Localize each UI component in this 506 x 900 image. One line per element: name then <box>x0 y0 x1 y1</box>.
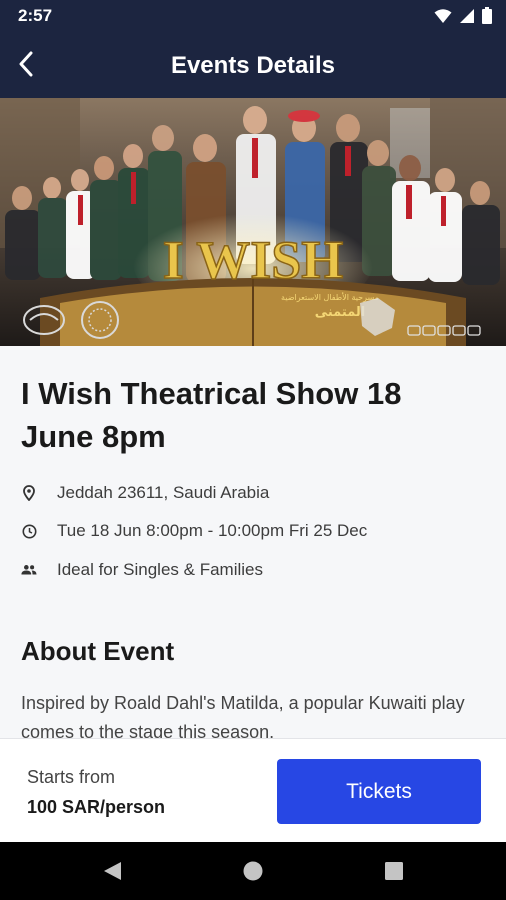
status-icons <box>434 7 492 24</box>
hero-logo-text: I WISH <box>163 230 344 290</box>
app-bar: Events Details <box>0 32 506 98</box>
battery-icon <box>482 7 492 24</box>
signal-icon <box>460 8 474 23</box>
starts-from-label: Starts from <box>27 767 116 787</box>
event-datetime: Tue 18 Jun 8:00pm - 10:00pm Fri 25 Dec <box>57 521 368 540</box>
status-bar: 2:57 <box>0 0 506 32</box>
system-nav-bar <box>0 842 506 900</box>
clock-icon <box>21 523 37 539</box>
event-location: Jeddah 23611, Saudi Arabia <box>57 483 270 502</box>
hero-arabic-title: المتمنى <box>315 305 366 320</box>
event-banner-image: I WISH مسرحية الأطفال الاستعراضية المتمن… <box>0 98 506 346</box>
page-title: Events Details <box>170 52 336 79</box>
event-title: I Wish Theatrical Show 18 June 8pm <box>21 376 402 454</box>
about-event-heading: About Event <box>21 636 175 666</box>
event-details-content[interactable]: I Wish Theatrical Show 18 June 8pm Jedda… <box>0 346 506 738</box>
ticket-price: 100 SAR/person <box>27 797 166 817</box>
event-datetime-row: Tue 18 Jun 8:00pm - 10:00pm Fri 25 Dec <box>21 521 367 541</box>
status-time: 2:57 <box>18 6 53 25</box>
people-icon <box>21 562 37 578</box>
event-location-row: Jeddah 23611, Saudi Arabia <box>21 483 269 503</box>
location-pin-icon <box>21 485 37 501</box>
tickets-button[interactable]: Tickets <box>277 759 481 824</box>
nav-home-icon[interactable] <box>242 860 264 882</box>
event-audience-row: Ideal for Singles & Families <box>21 560 263 580</box>
nav-recents-icon[interactable] <box>383 860 405 882</box>
booking-footer: Starts from 100 SAR/person Tickets <box>0 738 506 842</box>
nav-back-icon[interactable] <box>101 860 123 882</box>
hero-arabic-caption: مسرحية الأطفال الاستعراضية <box>281 292 379 302</box>
event-audience: Ideal for Singles & Families <box>57 560 263 579</box>
about-event-text: Inspired by Roald Dahl's Matilda, a popu… <box>21 693 465 738</box>
wifi-icon <box>434 8 452 23</box>
event-banner-art: I WISH مسرحية الأطفال الاستعراضية المتمن… <box>0 98 506 346</box>
